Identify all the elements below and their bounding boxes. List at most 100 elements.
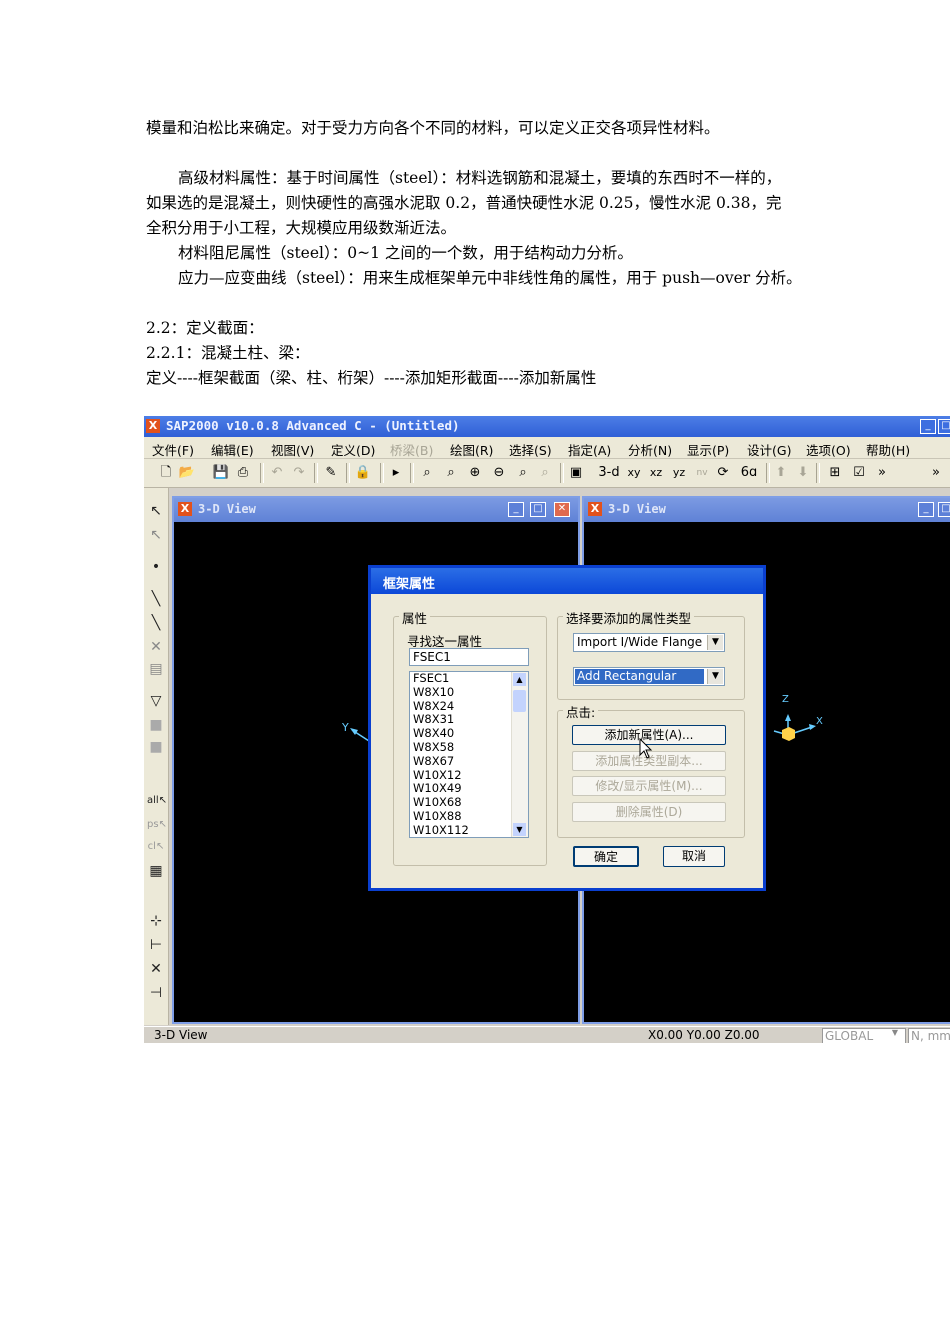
previous-select-icon[interactable]: ps↖ (147, 816, 167, 834)
property-type-group-label: 选择要添加的属性类型 (563, 608, 695, 627)
select-all-icon[interactable]: all↖ (147, 792, 167, 810)
perspective-icon[interactable]: 6ɑ (738, 464, 760, 482)
status-view-label: 3-D View (154, 1028, 208, 1042)
rotate-icon[interactable]: ⟳ (714, 464, 732, 482)
zoom-disabled-icon[interactable]: ⌕ (536, 464, 554, 482)
chevron-down-icon[interactable]: ▼ (707, 635, 723, 650)
maximize-icon[interactable]: □ (938, 502, 950, 517)
print-icon[interactable]: ⎙ (234, 464, 252, 482)
zoom-window-icon[interactable]: ⌕ (418, 464, 436, 482)
dialog-title: 框架属性 (383, 577, 436, 592)
menu-bar: 文件(F) 编辑(E) 视图(V) 定义(D) 桥梁(B) 绘图(R) 选择(S… (144, 437, 950, 459)
draw-frame-icon[interactable]: ╲ (147, 590, 165, 608)
ok-button[interactable]: 确定 (573, 846, 639, 867)
chevron-down-icon[interactable]: ▼ (707, 669, 723, 684)
maximize-icon[interactable]: □ (530, 502, 546, 517)
menu-options[interactable]: 选项(O) (806, 440, 851, 459)
pencil-icon[interactable]: ✎ (322, 464, 340, 482)
new-file-icon[interactable]: 🗋 (158, 464, 174, 482)
add-type-select[interactable]: Add Rectangular ▼ (573, 667, 725, 686)
snap-end-icon[interactable]: ⊢ (147, 936, 165, 954)
menu-design[interactable]: 设计(G) (747, 440, 791, 459)
pan-icon[interactable]: ⌕ (514, 464, 532, 482)
status-coordinates: X0.00 Y0.00 Z0.00 (648, 1028, 760, 1042)
arrow-up-icon[interactable]: ⬆ (772, 464, 790, 482)
menu-analyze[interactable]: 分析(N) (628, 440, 672, 459)
clear-select-icon[interactable]: cl↖ (147, 838, 165, 856)
lock-icon[interactable]: 🔒 (354, 464, 372, 482)
import-type-select[interactable]: Import I/Wide Flange ▼ (573, 633, 725, 652)
save-icon[interactable]: 💾 (212, 464, 230, 482)
scroll-up-icon[interactable]: ▲ (513, 673, 526, 686)
menu-define[interactable]: 定义(D) (331, 440, 375, 459)
main-toolbar: 🗋 📂 💾 ⎙ ↶ ↷ ✎ 🔒 ▸ ⌕ ⌕ ⊕ ⊖ ⌕ ⌕ ▣ 3-d xy x… (144, 459, 950, 488)
list-scrollbar[interactable]: ▲ ▼ (511, 672, 528, 837)
zoom-in-icon[interactable]: ⊕ (466, 464, 484, 482)
paragraph-5: 材料阻尼属性（steel）：0~1 之间的一个数，用于结构动力分析。 (178, 244, 633, 262)
delete-property-button[interactable]: 删除属性(D) (572, 802, 726, 822)
click-group-label: 点击: (563, 702, 599, 721)
poly-area-icon[interactable]: ▽ (147, 692, 165, 710)
menu-edit[interactable]: 编辑(E) (211, 440, 254, 459)
minimize-icon[interactable]: _ (918, 502, 934, 517)
dialog-titlebar: 框架属性 (371, 568, 763, 594)
menu-view[interactable]: 视图(V) (271, 440, 314, 459)
document-text: 模量和泊松比来确定。对于受力方向各个不同的材料，可以定义正交各项异性材料。 高级… (0, 0, 950, 400)
view-3d-button[interactable]: 3-d (598, 464, 620, 482)
view-yz-button[interactable]: yz (669, 464, 689, 482)
menu-bridge[interactable]: 桥梁(B) (390, 440, 433, 459)
undo-icon[interactable]: ↶ (268, 464, 286, 482)
view-xz-button[interactable]: xz (646, 464, 666, 482)
snap-perpendicular-icon[interactable]: ⊣ (147, 984, 165, 1002)
menu-select[interactable]: 选择(S) (509, 440, 552, 459)
modify-property-button[interactable]: 修改/显示属性(M)... (572, 776, 726, 796)
open-folder-icon[interactable]: 📂 (178, 464, 196, 482)
find-property-input[interactable]: FSEC1 (409, 648, 529, 666)
maximize-icon[interactable]: □ (938, 419, 950, 434)
property-type-group: 选择要添加的属性类型 (557, 608, 745, 700)
run-analysis-icon[interactable]: ▸ (388, 464, 404, 482)
view-frame-icon[interactable]: ▣ (566, 464, 586, 482)
view-nv-button[interactable]: nv (692, 464, 712, 482)
more-tools-icon[interactable]: » (874, 464, 890, 482)
scroll-thumb[interactable] (513, 690, 526, 712)
zoom-out-icon[interactable]: ⊖ (490, 464, 508, 482)
snap-intersection-icon[interactable]: ✕ (147, 960, 165, 978)
property-listbox[interactable]: FSEC1 W8X10 W8X24 W8X31 W8X40 W8X58 W8X6… (409, 671, 529, 838)
menu-display[interactable]: 显示(P) (687, 440, 729, 459)
menu-draw[interactable]: 绘图(R) (450, 440, 493, 459)
toolbar-overflow-button[interactable]: » (928, 464, 944, 482)
zoom-restore-icon[interactable]: ⌕ (442, 464, 460, 482)
minimize-icon[interactable]: _ (508, 502, 524, 517)
object-shrink-icon[interactable]: ⊞ (826, 464, 844, 482)
sap2000-screenshot: X SAP2000 v10.0.8 Advanced C - (Untitled… (144, 416, 950, 1043)
add-type-value: Add Rectangular (575, 669, 704, 684)
menu-file[interactable]: 文件(F) (152, 440, 194, 459)
units-select[interactable]: N, mm, (908, 1028, 950, 1043)
snap-point-icon[interactable]: ⊹ (147, 912, 165, 930)
minimize-icon[interactable]: _ (920, 419, 936, 434)
quick-area-icon[interactable]: ■ (147, 738, 165, 756)
intersect-icon[interactable]: ▦ (147, 862, 165, 880)
joint-icon[interactable]: • (147, 558, 165, 576)
brace-icon[interactable]: ✕ (147, 638, 165, 656)
scroll-down-icon[interactable]: ▼ (513, 823, 526, 836)
quick-frame-icon[interactable]: ╲ (147, 614, 165, 632)
pointer-icon[interactable]: ↖ (147, 502, 165, 520)
set-display-icon[interactable]: ☑ (850, 464, 868, 482)
close-icon[interactable]: ✕ (554, 502, 570, 517)
axis-x-label: X (816, 716, 823, 727)
view-xy-button[interactable]: xy (624, 464, 644, 482)
chevron-down-icon[interactable]: ▼ (888, 1028, 902, 1037)
paragraph-1: 模量和泊松比来确定。对于受力方向各个不同的材料，可以定义正交各项异性材料。 (146, 119, 720, 137)
paragraph-2: 高级材料属性：基于时间属性（steel）：材料选钢筋和混凝土，要填的东西时不一样… (178, 169, 782, 187)
reshape-icon[interactable]: ↖ (147, 526, 165, 544)
cancel-button[interactable]: 取消 (663, 846, 725, 867)
paragraph-4: 全积分用于小工程，大规模应用级数渐近法。 (146, 219, 457, 237)
menu-assign[interactable]: 指定(A) (568, 440, 611, 459)
rect-area-icon[interactable]: ■ (147, 716, 165, 734)
menu-help[interactable]: 帮助(H) (866, 440, 910, 459)
redo-icon[interactable]: ↷ (290, 464, 308, 482)
link-icon[interactable]: ▤ (147, 660, 165, 678)
arrow-down-icon[interactable]: ⬇ (794, 464, 812, 482)
